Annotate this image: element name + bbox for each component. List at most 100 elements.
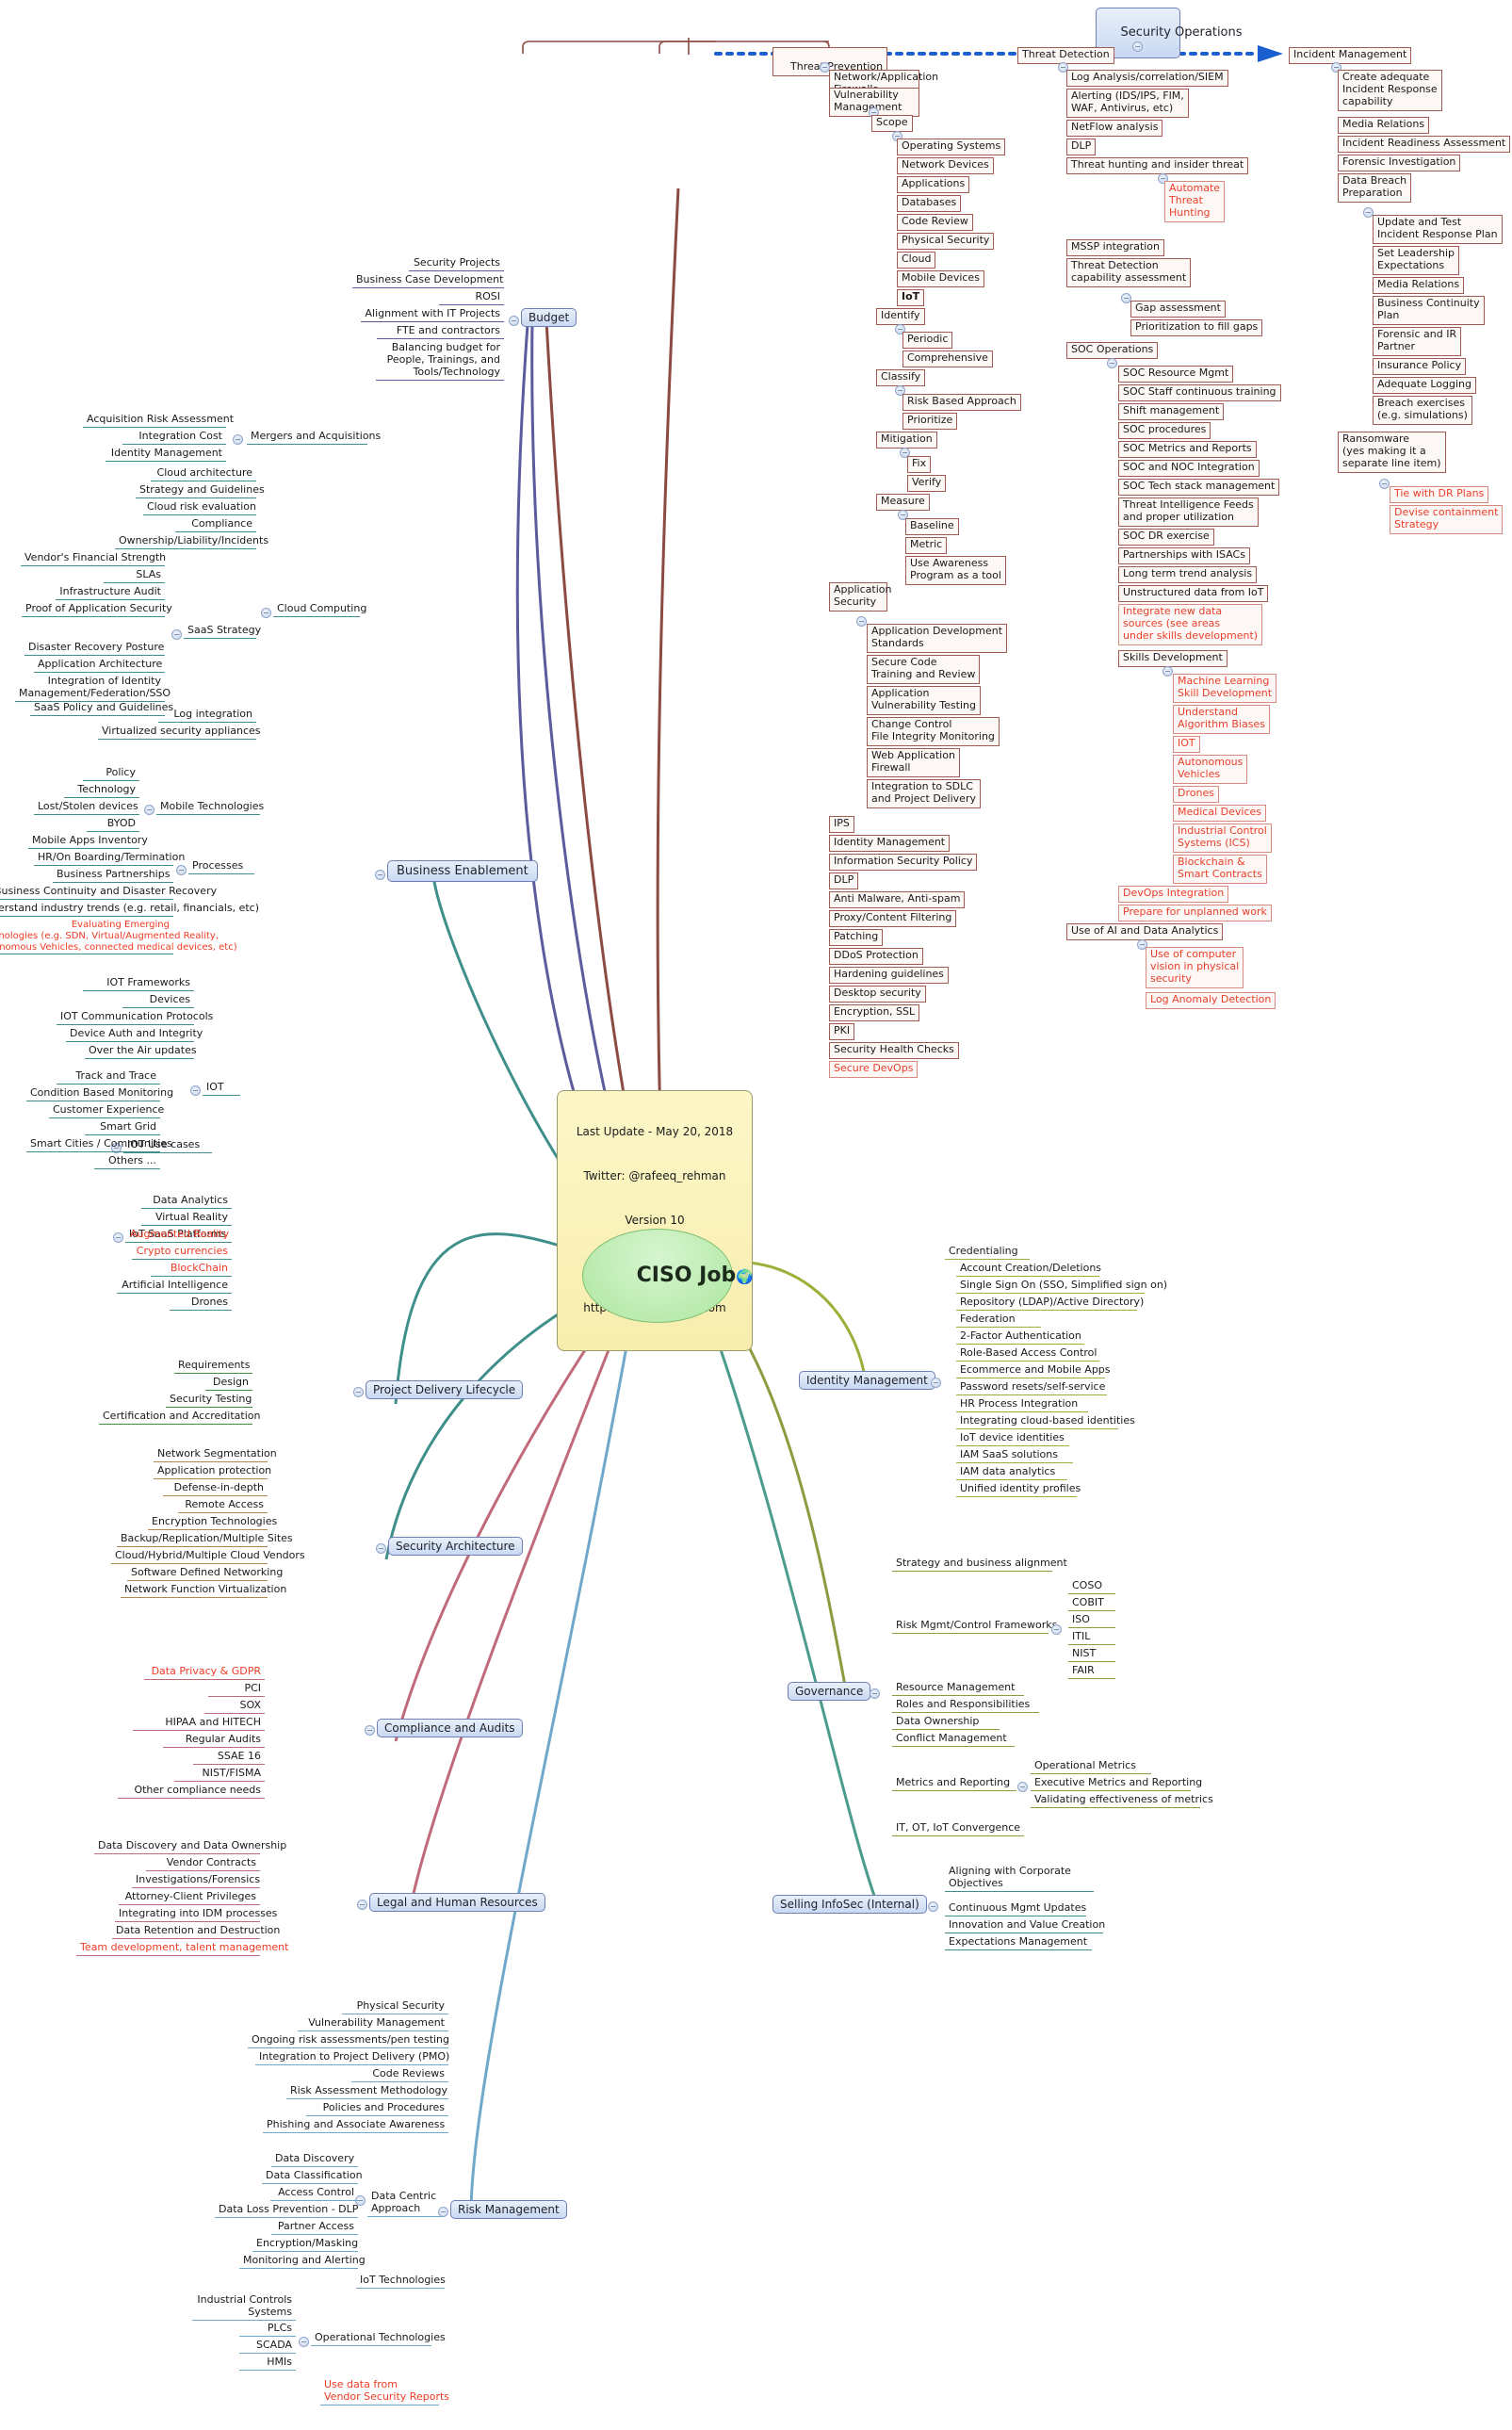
node-tp-identity-management[interactable]: Identity Management <box>829 835 951 852</box>
collapse-toggle-mobile-technologies[interactable] <box>144 805 154 815</box>
node-sa-nfv[interactable]: Network Function Virtualization <box>121 1583 286 1598</box>
node-tp-information-security-policy[interactable]: Information Security Policy <box>829 854 978 871</box>
node-skills-algorithm-biases[interactable]: Understand Algorithm Biases <box>1173 705 1270 734</box>
node-si-continuous-mgmt-updates[interactable]: Continuous Mgmt Updates <box>945 1901 1086 1916</box>
collapse-toggle-governance[interactable] <box>870 1688 880 1699</box>
node-ot-vendor-security-reports-note[interactable]: Use data from Vendor Security Reports <box>320 2378 449 2406</box>
node-cc-cloud-risk-evaluation[interactable]: Cloud risk evaluation <box>143 500 256 515</box>
collapse-toggle-budget[interactable] <box>509 316 519 326</box>
node-application-security[interactable]: Application Security <box>829 582 891 612</box>
node-td-log-analysis[interactable]: Log Analysis/correlation/SIEM <box>1066 70 1228 87</box>
node-breach-insurance-policy[interactable]: Insurance Policy <box>1373 358 1467 375</box>
node-gov-framework-cobit[interactable]: COBIT <box>1068 1596 1115 1611</box>
node-gov-strategy-business-alignment[interactable]: Strategy and business alignment <box>892 1557 1067 1572</box>
branch-budget[interactable]: Budget <box>521 308 577 328</box>
collapse-toggle-operational-technologies[interactable] <box>299 2337 309 2347</box>
node-soc-resource-mgmt[interactable]: SOC Resource Mgmt <box>1118 366 1234 383</box>
branch-compliance-audits[interactable]: Compliance and Audits <box>377 1719 523 1738</box>
collapse-toggle-identity-management[interactable] <box>931 1378 941 1388</box>
node-budget-alignment-it-projects[interactable]: Alignment with IT Projects <box>361 307 504 322</box>
branch-security-architecture[interactable]: Security Architecture <box>388 1537 523 1557</box>
node-gov-framework-fair[interactable]: FAIR <box>1068 1664 1115 1679</box>
node-saas-policy-guidelines[interactable]: SaaS Policy and Guidelines <box>30 701 173 716</box>
node-measure-awareness-program[interactable]: Use Awareness Program as a tool <box>905 556 1006 585</box>
node-classify-risk-based-approach[interactable]: Risk Based Approach <box>902 394 1021 411</box>
node-soc-threat-intel-feeds[interactable]: Threat Intelligence Feeds and proper uti… <box>1118 497 1259 527</box>
node-skills-autonomous-vehicles[interactable]: Autonomous Vehicles <box>1173 755 1248 784</box>
collapse-toggle-cloud-computing[interactable] <box>261 608 271 618</box>
node-saas-identity-federation-sso[interactable]: Integration of Identity Management/Feder… <box>15 675 171 702</box>
node-soc-staff-training[interactable]: SOC Staff continuous training <box>1118 384 1281 401</box>
node-breach-media-relations[interactable]: Media Relations <box>1373 277 1465 294</box>
branch-legal-hr[interactable]: Legal and Human Resources <box>369 1893 545 1913</box>
node-pdl-certification-accreditation[interactable]: Certification and Accreditation <box>99 1410 260 1425</box>
node-sa-remote-access[interactable]: Remote Access <box>178 1498 268 1513</box>
node-measure-metric[interactable]: Metric <box>905 537 948 554</box>
node-iot-track-and-trace[interactable]: Track and Trace <box>57 1069 160 1085</box>
node-idm-repository-ldap[interactable]: Repository (LDAP)/Active Directory) <box>956 1296 1144 1311</box>
node-skills-machine-learning[interactable]: Machine Learning Skill Development <box>1173 674 1277 703</box>
node-threat-detection[interactable]: Threat Detection <box>1017 47 1114 64</box>
node-pdl-design[interactable]: Design <box>205 1376 252 1391</box>
node-gov-roles-responsibilities[interactable]: Roles and Responsibilities <box>892 1698 1039 1713</box>
node-tp-desktop-security[interactable]: Desktop security <box>829 986 926 1003</box>
node-sa-encryption-technologies[interactable]: Encryption Technologies <box>148 1515 277 1530</box>
node-tp-anti-malware[interactable]: Anti Malware, Anti-spam <box>829 891 966 908</box>
collapse-toggle-legal-hr[interactable] <box>357 1900 367 1910</box>
collapse-toggle-selling-infosec[interactable] <box>928 1901 938 1912</box>
node-budget-balancing[interactable]: Balancing budget for People, Trainings, … <box>376 341 504 381</box>
node-identify-periodic[interactable]: Periodic <box>902 332 953 349</box>
node-saas-proof-app-security[interactable]: Proof of Application Security <box>22 602 172 617</box>
branch-business-enablement[interactable]: Business Enablement <box>387 860 538 883</box>
node-identify-comprehensive[interactable]: Comprehensive <box>902 351 993 367</box>
node-dca-encryption-masking[interactable]: Encryption/Masking <box>252 2237 358 2252</box>
node-mitigation-verify[interactable]: Verify <box>907 475 947 492</box>
node-ot-industrial-controls-systems[interactable]: Industrial Controls Systems <box>192 2293 296 2321</box>
node-breach-set-leadership-expectations[interactable]: Set Leadership Expectations <box>1373 246 1460 275</box>
collapse-toggle-iot[interactable] <box>190 1085 201 1096</box>
node-tp-ips[interactable]: IPS <box>829 816 854 833</box>
node-im-ransomware[interactable]: Ransomware (yes making it a separate lin… <box>1338 432 1446 473</box>
node-gov-resource-management[interactable]: Resource Management <box>892 1681 1024 1696</box>
node-idm-account-creation[interactable]: Account Creation/Deletions <box>956 1262 1101 1277</box>
node-mitigation[interactable]: Mitigation <box>876 432 937 448</box>
node-ransomware-tie-dr-plans[interactable]: Tie with DR Plans <box>1390 486 1489 503</box>
collapse-toggle-saas-strategy[interactable] <box>171 629 182 640</box>
node-processes[interactable]: Processes <box>188 859 254 874</box>
node-lhr-idm-integration[interactable]: Integrating into IDM processes <box>115 1907 277 1922</box>
node-breach-exercises[interactable]: Breach exercises (e.g. simulations) <box>1373 396 1472 425</box>
node-idm-hr-process-integration[interactable]: HR Process Integration <box>956 1397 1088 1412</box>
collapse-toggle-application-security[interactable] <box>856 616 867 627</box>
node-breach-update-test-irp[interactable]: Update and Test Incident Response Plan <box>1373 215 1503 244</box>
node-gov-validating-effectiveness[interactable]: Validating effectiveness of metrics <box>1031 1793 1213 1808</box>
node-breach-forensic-ir-partner[interactable]: Forensic and IR Partner <box>1373 327 1462 356</box>
node-proc-hr-onboarding[interactable]: HR/On Boarding/Termination <box>34 851 185 866</box>
node-saasplat-blockchain[interactable]: BlockChain <box>151 1262 232 1277</box>
node-budget-rosi[interactable]: ROSI <box>439 290 504 305</box>
node-idm-iam-data-analytics[interactable]: IAM data analytics <box>956 1465 1067 1480</box>
node-td-use-of-ai[interactable]: Use of AI and Data Analytics <box>1066 923 1224 940</box>
node-budget-business-case-development[interactable]: Business Case Development <box>352 273 504 288</box>
node-saas-vendor-financial-strength[interactable]: Vendor's Financial Strength <box>21 551 166 566</box>
node-measure[interactable]: Measure <box>876 494 930 511</box>
node-breach-business-continuity-plan[interactable]: Business Continuity Plan <box>1373 296 1485 325</box>
node-skills-ics[interactable]: Industrial Control Systems (ICS) <box>1173 824 1272 853</box>
collapse-toggle-project-delivery[interactable] <box>353 1387 364 1397</box>
node-iot-customer-experience[interactable]: Customer Experience <box>49 1103 164 1118</box>
node-tp-encryption-ssl[interactable]: Encryption, SSL <box>829 1004 920 1021</box>
node-mt-mobile-apps-inventory[interactable]: Mobile Apps Inventory <box>28 834 148 849</box>
collapse-toggle-iot-saas-platforms[interactable] <box>113 1232 123 1243</box>
node-rm-iot-technologies[interactable]: IoT Technologies <box>356 2274 446 2289</box>
node-appsec-development-standards[interactable]: Application Development Standards <box>867 624 1008 653</box>
node-td-dlp[interactable]: DLP <box>1066 139 1097 155</box>
node-tp-security-health-checks[interactable]: Security Health Checks <box>829 1042 959 1059</box>
node-tp-hardening-guidelines[interactable]: Hardening guidelines <box>829 967 949 984</box>
node-mergers-acquisitions[interactable]: Mergers and Acquisitions <box>247 430 381 445</box>
node-im-data-breach-preparation[interactable]: Data Breach Preparation <box>1338 173 1412 203</box>
node-saas-disaster-recovery-posture[interactable]: Disaster Recovery Posture <box>24 641 165 656</box>
branch-governance[interactable]: Governance <box>788 1682 871 1702</box>
node-identify[interactable]: Identify <box>876 308 925 325</box>
node-skills-blockchain[interactable]: Blockchain & Smart Contracts <box>1173 855 1267 884</box>
node-td-prioritization-fill-gaps[interactable]: Prioritization to fill gaps <box>1130 319 1263 336</box>
node-lhr-investigations-forensics[interactable]: Investigations/Forensics <box>132 1873 260 1888</box>
